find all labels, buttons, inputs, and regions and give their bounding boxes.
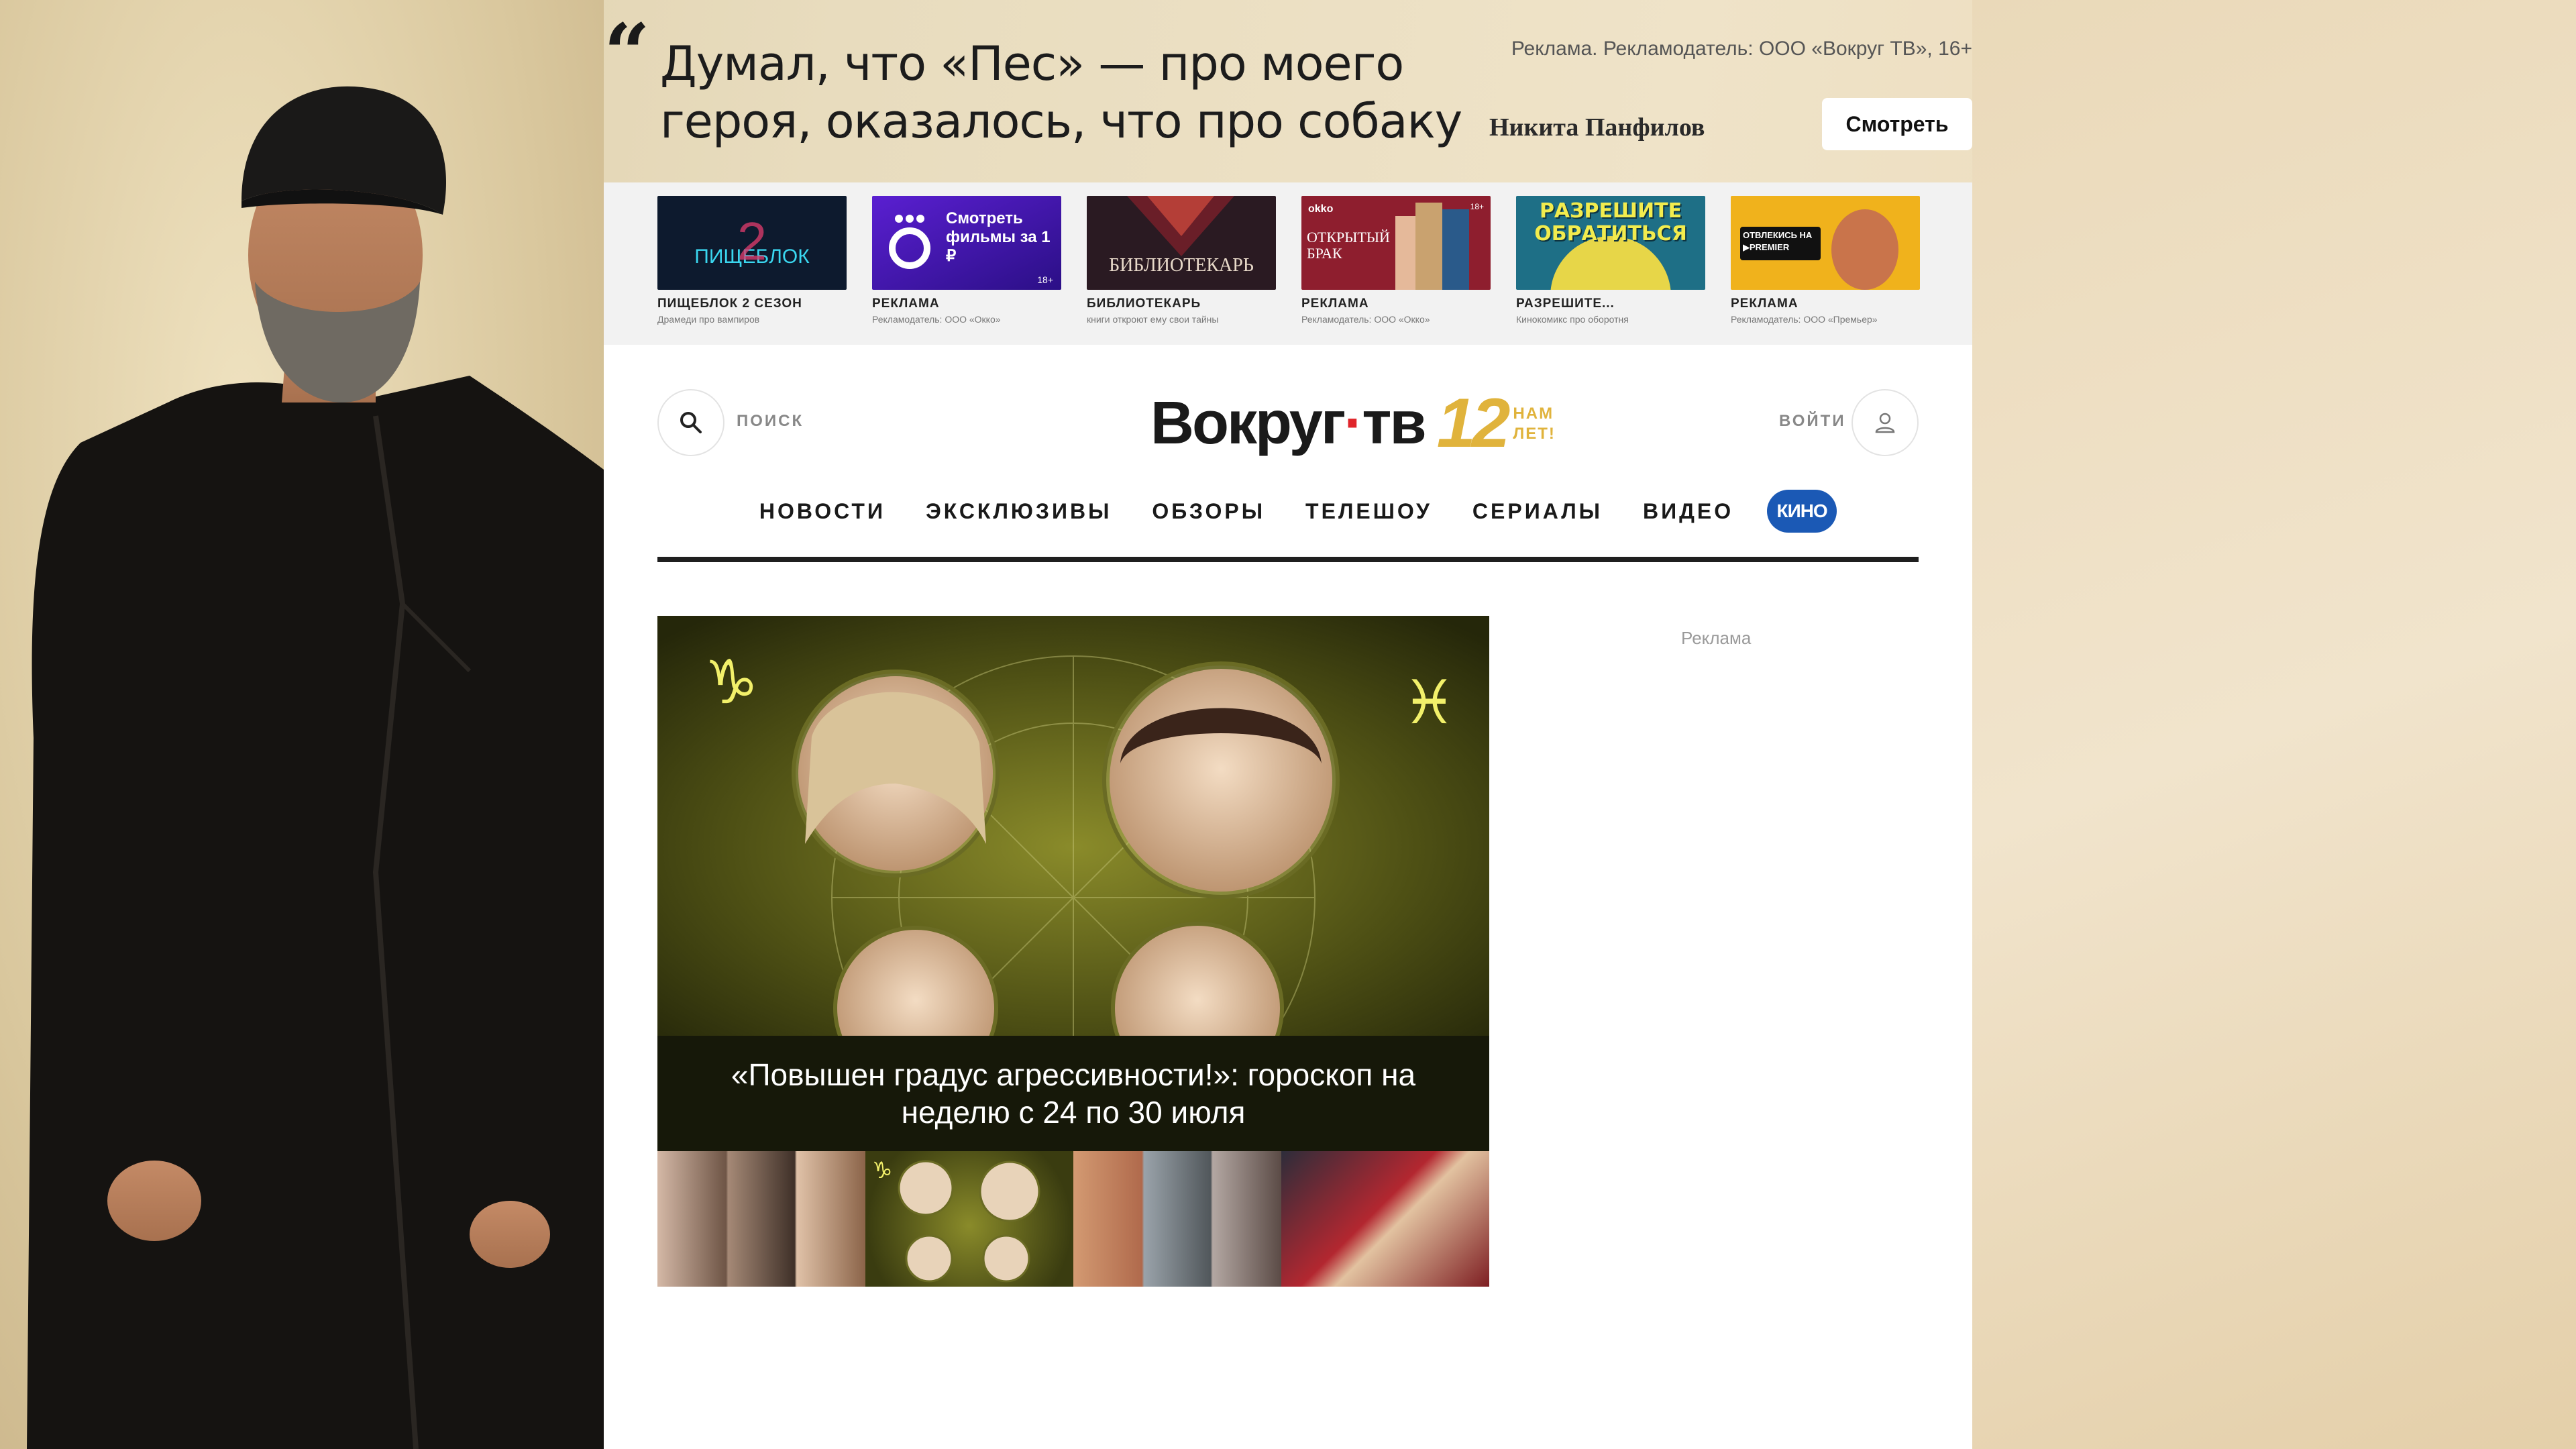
ad-item[interactable]: РАЗРЕШИТЕ ОБРАТИТЬСЯ РАЗРЕШИТЕ... Киноко… xyxy=(1516,196,1705,325)
ad-thumbnail[interactable]: okko ОТКРЫТЫЙ БРАК 18+ xyxy=(1301,196,1491,290)
logo-text: Вокруг·тв xyxy=(1150,390,1427,457)
pisces-icon: ♓ xyxy=(1402,667,1456,738)
ad-subtitle: Рекламодатель: ООО «Окко» xyxy=(872,314,1001,325)
ad-thumb-text: ОТВЛЕКИСЬ НА ▶PREMIER xyxy=(1743,230,1813,252)
hero-thumbnail-strip: ♑ xyxy=(657,1151,1489,1287)
svg-text:18+: 18+ xyxy=(1037,274,1053,285)
hero-image[interactable]: ♑ ♓ xyxy=(657,616,1489,1140)
login-label[interactable]: ВОЙТИ xyxy=(1779,412,1846,431)
ad-thumbnail[interactable]: БИБЛИОТЕКАРЬ xyxy=(1087,196,1276,290)
ad-item[interactable]: Смотреть фильмы за 1 ₽ 18+ РЕКЛАМА Рекла… xyxy=(872,196,1061,325)
ad-thumbnail[interactable]: РАЗРЕШИТЕ ОБРАТИТЬСЯ xyxy=(1516,196,1705,290)
search-label[interactable]: ПОИСК xyxy=(737,412,804,431)
hero-title[interactable]: «Повышен градус агрессивности!»: гороско… xyxy=(684,1056,1462,1131)
login-button[interactable] xyxy=(1851,389,1919,456)
ad-subtitle: книги откроют ему свои тайны xyxy=(1087,314,1219,325)
watch-button[interactable]: Смотреть xyxy=(1822,98,1972,150)
anniversary-number: 12 xyxy=(1436,384,1511,462)
ad-subtitle: Рекламодатель: ООО «Премьер» xyxy=(1731,314,1878,325)
ad-thumbnail[interactable]: ОТВЛЕКИСЬ НА ▶PREMIER xyxy=(1731,196,1920,290)
ad-item[interactable]: БИБЛИОТЕКАРЬ БИБЛИОТЕКАРЬ книги откроют … xyxy=(1087,196,1276,325)
hero-article[interactable]: ♑ ♓ «Повышен градус агрессивности!»: гор… xyxy=(657,616,1489,1287)
sidebar-ad-label: Реклама xyxy=(1681,628,1752,648)
promo-quote: Думал, что «Пес» — про моего героя, оказ… xyxy=(660,36,1462,149)
ad-thumb-text: РАЗРЕШИТЕ ОБРАТИТЬСЯ xyxy=(1534,200,1687,246)
nav-item-news[interactable]: НОВОСТИ xyxy=(739,491,906,531)
search-icon xyxy=(680,412,702,433)
main-navigation: НОВОСТИ ЭКСКЛЮЗИВЫ ОБЗОРЫ ТЕЛЕШОУ СЕРИАЛ… xyxy=(657,490,1919,562)
ad-title: БИБЛИОТЕКАРЬ xyxy=(1087,297,1201,311)
top-promo-banner[interactable]: “ Думал, что «Пес» — про моего героя, ок… xyxy=(604,0,1972,182)
ad-item[interactable]: ПИЩЕБЛОК 2 ПИЩЕБЛОК 2 СЕЗОН Драмеди про … xyxy=(657,196,847,325)
capricorn-icon: ♑ xyxy=(704,647,759,718)
thumbnail-slide-active[interactable]: ♑ xyxy=(865,1151,1073,1287)
search-button[interactable] xyxy=(657,389,724,456)
ad-thumbnail[interactable]: ПИЩЕБЛОК 2 xyxy=(657,196,847,290)
branding-background-right[interactable] xyxy=(1972,0,2576,1449)
svg-text:♑: ♑ xyxy=(872,1157,892,1184)
nav-item-exclusives[interactable]: ЭКСКЛЮЗИВЫ xyxy=(906,491,1132,531)
anniversary-text: НАМ ЛЕТ! xyxy=(1513,404,1556,443)
ad-title: ПИЩЕБЛОК 2 СЕЗОН xyxy=(657,297,802,311)
thumbnail-slide[interactable] xyxy=(1073,1151,1281,1287)
ad-title: РЕКЛАМА xyxy=(872,297,940,311)
promo-disclaimer: Реклама. Рекламодатель: ООО «Вокруг ТВ»,… xyxy=(1511,38,1972,60)
svg-text:18+: 18+ xyxy=(1470,202,1484,211)
thumbnail-slide[interactable] xyxy=(657,1151,865,1287)
svg-text:okko: okko xyxy=(1308,203,1334,215)
ad-title: РАЗРЕШИТЕ... xyxy=(1516,297,1615,311)
nav-item-tvshows[interactable]: ТЕЛЕШОУ xyxy=(1285,491,1452,531)
ad-thumb-text: Смотреть фильмы за 1 ₽ xyxy=(946,209,1051,265)
promo-author: Никита Панфилов xyxy=(1489,113,1705,142)
quote-mark-icon: “ xyxy=(604,6,651,101)
svg-text:2: 2 xyxy=(737,211,767,271)
ad-thumbnail[interactable]: Смотреть фильмы за 1 ₽ 18+ xyxy=(872,196,1061,290)
ad-subtitle: Кинокомикс про оборотня xyxy=(1516,314,1629,325)
main-column: ПИЩЕБЛОК 2 ПИЩЕБЛОК 2 СЕЗОН Драмеди про … xyxy=(604,182,1972,1449)
promo-actor-image[interactable] xyxy=(0,0,604,1449)
nav-item-series[interactable]: СЕРИАЛЫ xyxy=(1452,491,1623,531)
ad-subtitle: Драмеди про вампиров xyxy=(657,314,760,325)
ad-title: РЕКЛАМА xyxy=(1301,297,1369,311)
ad-item[interactable]: ОТВЛЕКИСЬ НА ▶PREMIER РЕКЛАМА Рекламодат… xyxy=(1731,196,1920,325)
ad-thumb-text: БИБЛИОТЕКАРЬ xyxy=(1109,255,1254,276)
thumbnail-slide[interactable] xyxy=(1281,1151,1489,1287)
ad-item[interactable]: okko ОТКРЫТЫЙ БРАК 18+ РЕКЛАМА Рекламода… xyxy=(1301,196,1491,325)
nav-item-video[interactable]: ВИДЕО xyxy=(1623,491,1754,531)
ad-title: РЕКЛАМА xyxy=(1731,297,1799,311)
ad-thumb-text: ОТКРЫТЫЙ БРАК xyxy=(1307,229,1390,262)
ad-carousel: ПИЩЕБЛОК 2 ПИЩЕБЛОК 2 СЕЗОН Драмеди про … xyxy=(604,182,1972,345)
ad-subtitle: Рекламодатель: ООО «Окко» xyxy=(1301,314,1430,325)
user-icon xyxy=(1875,413,1895,433)
hero-title-bar[interactable]: «Повышен градус агрессивности!»: гороско… xyxy=(657,1036,1489,1151)
nav-item-kino[interactable]: КИНО xyxy=(1767,490,1837,533)
site-logo[interactable]: Вокруг·тв 12 НАМ ЛЕТ! xyxy=(1150,384,1556,464)
nav-item-reviews[interactable]: ОБЗОРЫ xyxy=(1132,491,1285,531)
